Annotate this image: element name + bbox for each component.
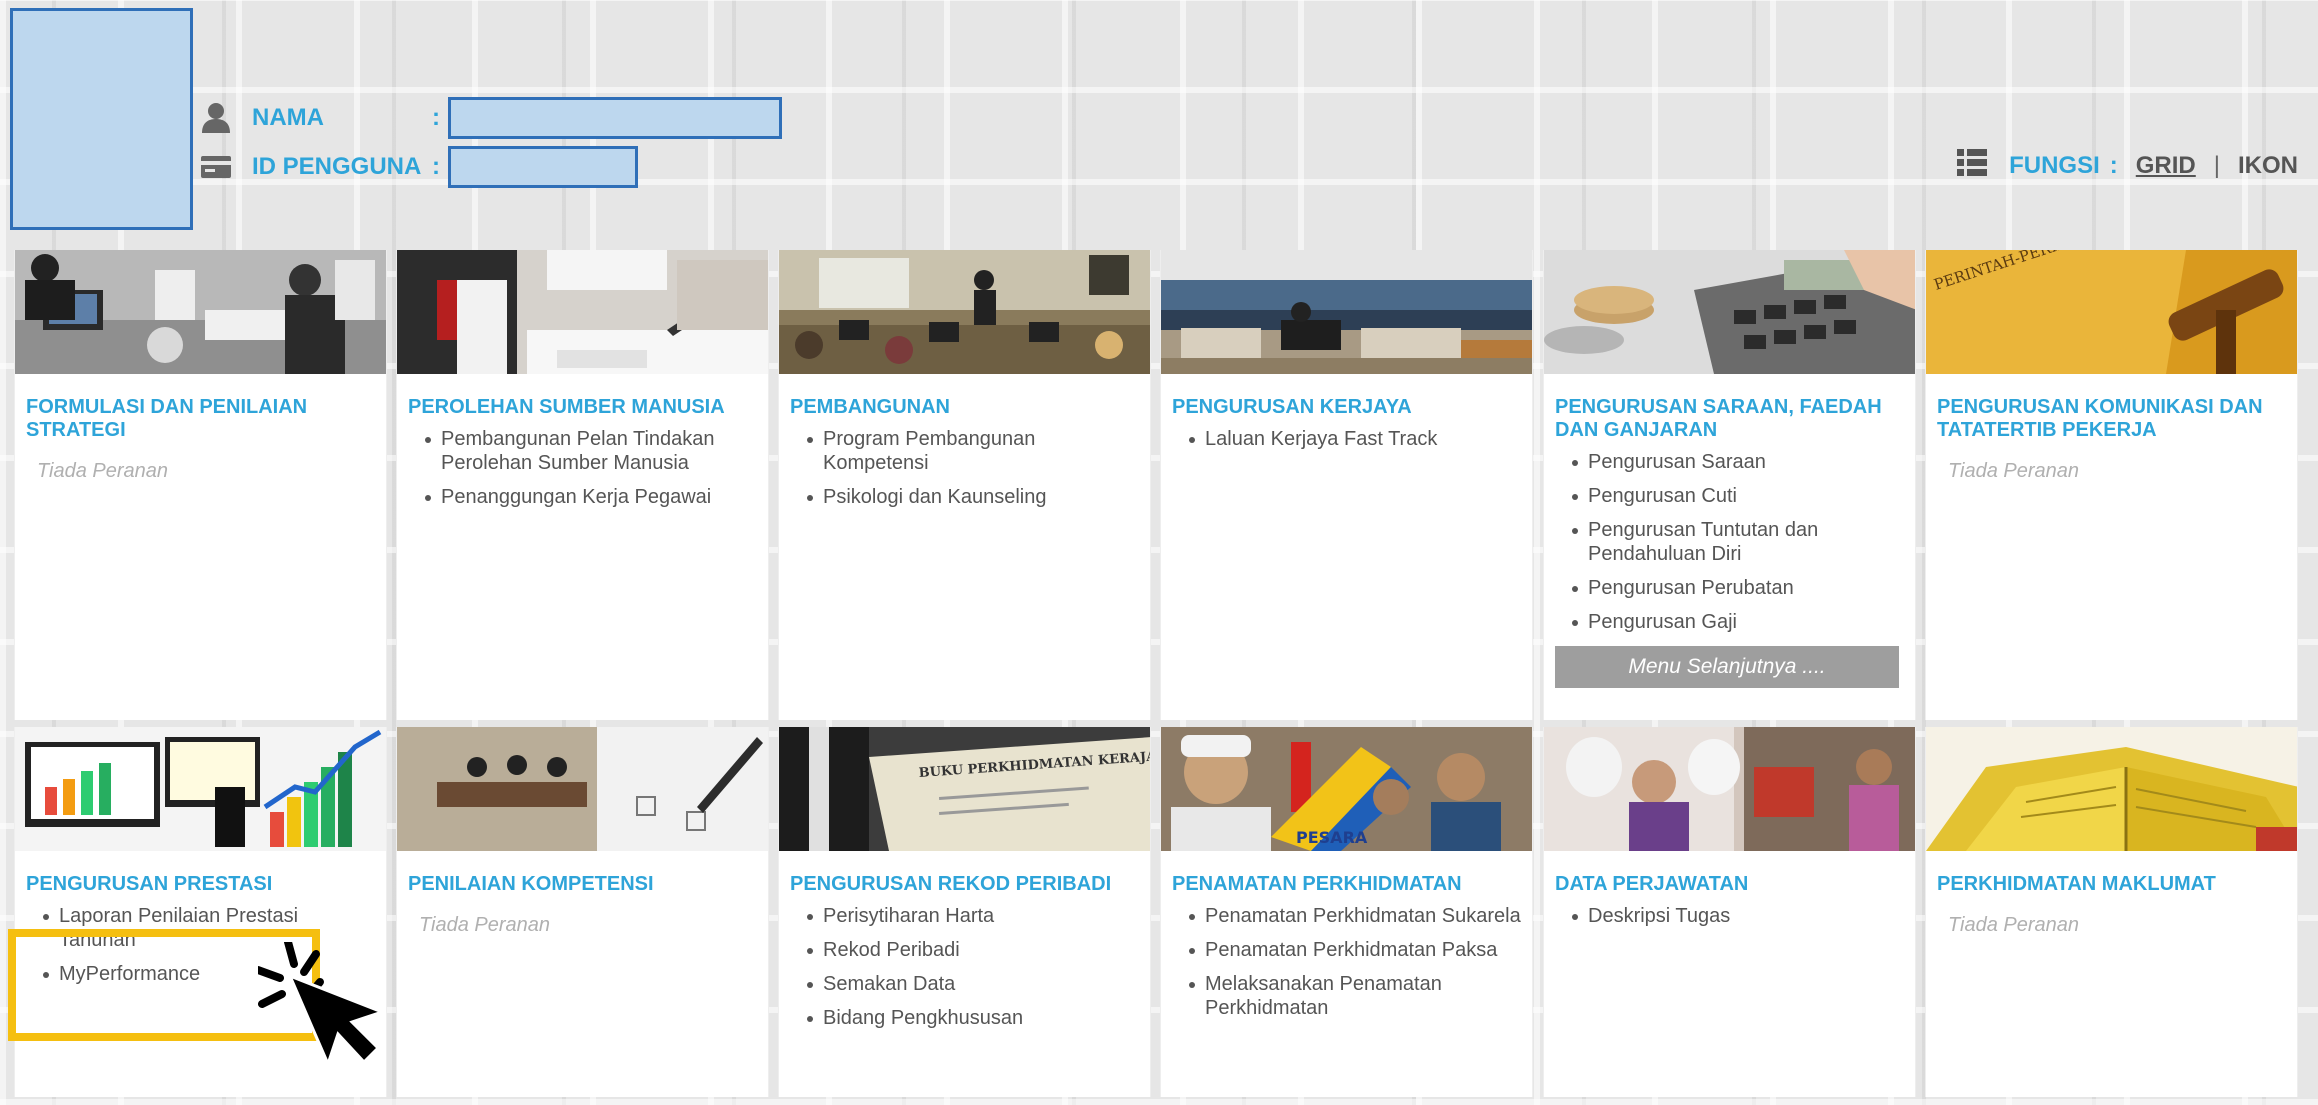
tile-image-gavel: PERINTAH-PERINTAH AM DAN ARAHAN PENTADBI…: [1926, 250, 2297, 374]
tile-title[interactable]: PENILAIAN KOMPETENSI: [397, 851, 768, 896]
menu-item[interactable]: Rekod Peribadi: [799, 938, 1140, 962]
menu-item[interactable]: Pembangunan Pelan Tindakan Perolehan Sum…: [417, 427, 758, 475]
fungsi-label: FUNGSI: [2009, 151, 2100, 179]
tile-image-service-book: BUKU PERKHIDMATAN KERAJAAN: [779, 727, 1150, 851]
avatar: [10, 8, 193, 230]
menu-list: Deskripsi Tugas: [1544, 896, 1915, 928]
menu-list: Penamatan Perkhidmatan Sukarela Penamata…: [1161, 896, 1532, 1020]
menu-item[interactable]: Penamatan Perkhidmatan Paksa: [1181, 938, 1522, 962]
menu-item[interactable]: Pengurusan Tuntutan dan Pendahuluan Diri: [1564, 518, 1905, 566]
grid-view-link[interactable]: GRID: [2136, 152, 2196, 180]
menu-item[interactable]: Melaksanakan Penamatan Perkhidmatan: [1181, 972, 1522, 1020]
name-label: NAMA: [252, 104, 324, 131]
tile-image-family: [1544, 727, 1915, 851]
user-id-row: ID PENGGUNA :: [198, 146, 638, 188]
menu-item[interactable]: Penamatan Perkhidmatan Sukarela: [1181, 904, 1522, 928]
tile-penamatan-perkhidmatan: PESARA PENAMATAN PERKHIDMATAN Penamatan …: [1160, 727, 1533, 1097]
menu-item[interactable]: Bidang Pengkhususan: [799, 1006, 1140, 1030]
tile-title[interactable]: PENGURUSAN KOMUNIKASI DAN TATATERTIB PEK…: [1926, 374, 2297, 442]
tile-image-handshake: [397, 250, 768, 374]
menu-item[interactable]: Laluan Kerjaya Fast Track: [1181, 427, 1522, 451]
page-background: NAMA : ID PENGGUNA : FUNGSI: GRID | IKO…: [0, 0, 2318, 1105]
no-role-text: Tiada Peranan: [37, 460, 169, 482]
tile-image-pesara: PESARA: [1161, 727, 1532, 851]
menu-item[interactable]: Program Pembangunan Kompetensi: [799, 427, 1140, 475]
user-id-value-field: [448, 146, 638, 188]
tile-image-office: [1161, 250, 1532, 374]
tile-pengurusan-saraan: PENGURUSAN SARAAN, FAEDAH DAN GANJARAN P…: [1543, 250, 1916, 720]
menu-item[interactable]: Pengurusan Cuti: [1564, 484, 1905, 508]
tile-image-book: [1926, 727, 2297, 851]
tile-pembangunan: PEMBANGUNAN Program Pembangunan Kompeten…: [778, 250, 1151, 720]
menu-item[interactable]: Pengurusan Gaji: [1564, 610, 1905, 634]
menu-item[interactable]: Pengurusan Saraan: [1564, 450, 1905, 474]
name-colon: :: [432, 104, 440, 131]
tile-formulasi-strategi: FORMULASI DAN PENILAIAN STRATEGI Tiada P…: [14, 250, 387, 720]
tile-title[interactable]: PEROLEHAN SUMBER MANUSIA: [397, 374, 768, 419]
menu-list: Pengurusan Saraan Pengurusan Cuti Pengur…: [1544, 442, 1915, 634]
tile-perolehan-sumber-manusia: PEROLEHAN SUMBER MANUSIA Pembangunan Pel…: [396, 250, 769, 720]
tile-data-perjawatan: DATA PERJAWATAN Deskripsi Tugas: [1543, 727, 1916, 1097]
user-id-colon: :: [432, 153, 440, 180]
tile-image-classroom: [779, 250, 1150, 374]
tile-title[interactable]: PENGURUSAN PRESTASI: [15, 851, 386, 896]
tile-title[interactable]: DATA PERJAWATAN: [1544, 851, 1915, 896]
menu-item[interactable]: Semakan Data: [799, 972, 1140, 996]
id-card-icon: [198, 149, 234, 185]
menu-item[interactable]: Psikologi dan Kaunseling: [799, 485, 1140, 509]
tile-title[interactable]: PEMBANGUNAN: [779, 374, 1150, 419]
tile-image-meeting: [15, 250, 386, 374]
tile-pengurusan-komunikasi: PERINTAH-PERINTAH AM DAN ARAHAN PENTADBI…: [1925, 250, 2298, 720]
tile-title[interactable]: PENAMATAN PERKHIDMATAN: [1161, 851, 1532, 896]
tile-title[interactable]: PERKHIDMATAN MAKLUMAT: [1926, 851, 2297, 896]
click-cursor-icon: [254, 938, 388, 1077]
tile-penilaian-kompetensi: PENILAIAN KOMPETENSI Tiada Peranan: [396, 727, 769, 1097]
tile-title[interactable]: PENGURUSAN SARAAN, FAEDAH DAN GANJARAN: [1544, 374, 1915, 442]
view-mode-selector: FUNGSI : GRID | IKON: [1957, 148, 2298, 183]
menu-list: Perisytiharan Harta Rekod Peribadi Semak…: [779, 896, 1150, 1030]
menu-item[interactable]: Deskripsi Tugas: [1564, 904, 1905, 928]
tile-title[interactable]: FORMULASI DAN PENILAIAN STRATEGI: [15, 374, 386, 442]
menu-item[interactable]: Perisytiharan Harta: [799, 904, 1140, 928]
no-role-text: Tiada Peranan: [419, 914, 551, 936]
tile-title[interactable]: PENGURUSAN KERJAYA: [1161, 374, 1532, 419]
fungsi-colon: :: [2109, 151, 2118, 179]
view-separator: |: [2213, 151, 2220, 179]
tile-perkhidmatan-maklumat: PERKHIDMATAN MAKLUMAT Tiada Peranan: [1925, 727, 2298, 1097]
tile-pengurusan-rekod-peribadi: BUKU PERKHIDMATAN KERAJAAN PENGURUSAN RE…: [778, 727, 1151, 1097]
tile-image-calculator: [1544, 250, 1915, 374]
tile-image-interview: [397, 727, 768, 851]
menu-list: Program Pembangunan Kompetensi Psikologi…: [779, 419, 1150, 509]
menu-list: Pembangunan Pelan Tindakan Perolehan Sum…: [397, 419, 768, 509]
user-icon: [198, 100, 234, 136]
tile-image-performance-chart: [15, 727, 386, 851]
tile-pengurusan-kerjaya: PENGURUSAN KERJAYA Laluan Kerjaya Fast T…: [1160, 250, 1533, 720]
no-role-text: Tiada Peranan: [1948, 460, 2080, 482]
name-value-field: [448, 97, 782, 139]
tile-title[interactable]: PENGURUSAN REKOD PERIBADI: [779, 851, 1150, 896]
menu-list: Laluan Kerjaya Fast Track: [1161, 419, 1532, 451]
next-menu-button[interactable]: Menu Selanjutnya ....: [1555, 646, 1899, 688]
menu-item[interactable]: Pengurusan Perubatan: [1564, 576, 1905, 600]
name-row: NAMA :: [198, 97, 782, 139]
header: NAMA : ID PENGGUNA : FUNGSI: GRID | IKO…: [0, 0, 2318, 240]
user-id-label: ID PENGGUNA: [252, 153, 422, 180]
icon-view-link[interactable]: IKON: [2238, 152, 2298, 180]
list-icon: [1957, 148, 1988, 183]
menu-item[interactable]: Penanggungan Kerja Pegawai: [417, 485, 758, 509]
logo-text: PESARA: [1296, 828, 1368, 847]
no-role-text: Tiada Peranan: [1948, 914, 2080, 936]
